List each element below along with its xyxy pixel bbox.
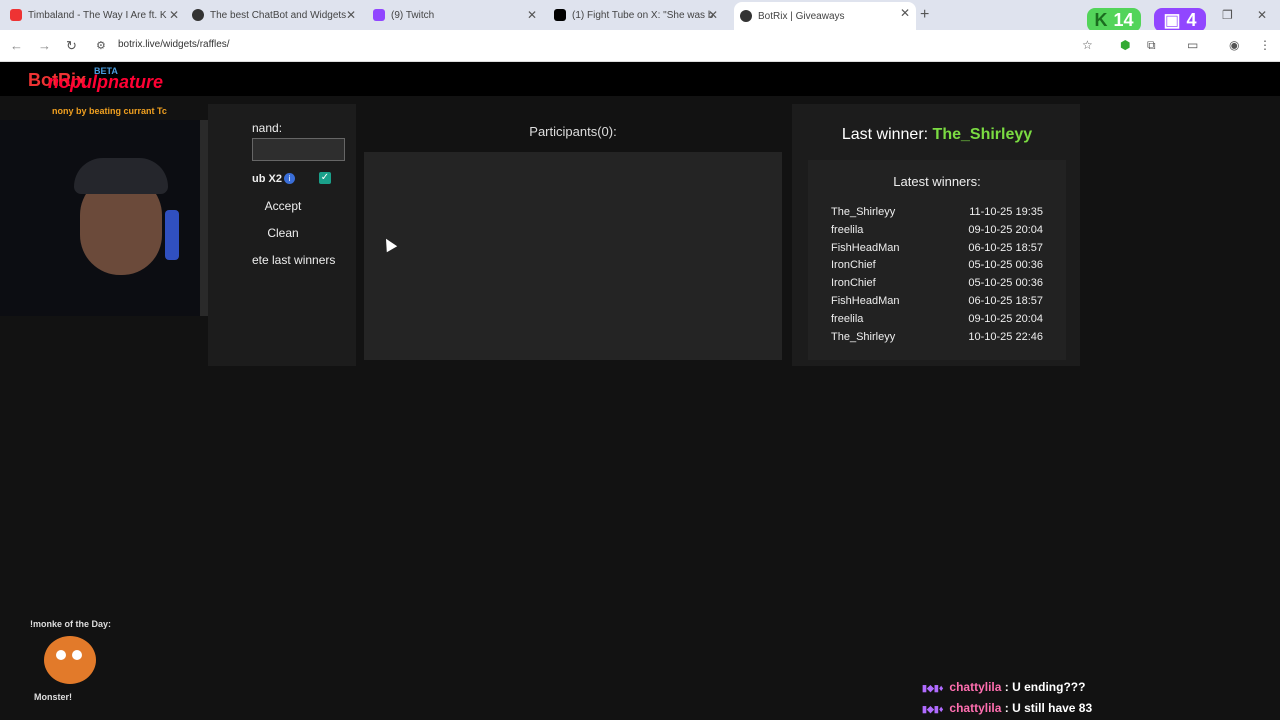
chat-text: : U still have 83 <box>1001 701 1093 715</box>
menu-icon[interactable]: ⋮ <box>1259 38 1271 52</box>
restore-icon[interactable]: ❐ <box>1222 8 1233 22</box>
last-winner-name: The_Shirleyy <box>932 126 1033 143</box>
winner-row: IronChief 05-10-25 00:36 <box>831 259 1043 277</box>
address-bar: ← → ↻ ⚙ botrix.live/widgets/raffles/ ☆ ⬢… <box>0 30 1280 62</box>
extensions-puzzle-icon[interactable]: ⧉ <box>1147 38 1156 53</box>
close-icon[interactable]: ✕ <box>708 8 718 22</box>
twitch-icon: ▣ <box>1163 9 1181 30</box>
sub-x2-checkbox[interactable]: ✓ <box>319 172 331 184</box>
chat-message: ▮◆▮♦ chattylila : U still have 83 <box>922 701 1092 719</box>
winner-row: freelila 09-10-25 20:04 <box>831 313 1043 331</box>
youtube-icon <box>10 9 22 21</box>
tab-botrix-home[interactable]: The best ChatBot and Widgets ✕ <box>192 4 362 26</box>
forward-icon[interactable]: → <box>38 38 51 53</box>
tab-label: BotRix | Giveaways <box>758 10 845 22</box>
chat-badges: ▮◆▮♦ <box>922 683 944 693</box>
monke-name: Monster! <box>34 692 72 702</box>
info-icon[interactable]: i <box>284 173 295 184</box>
site-logo[interactable]: BotRix BETA nopulpnature <box>28 66 163 92</box>
winner-date: 09-10-25 20:04 <box>968 223 1043 236</box>
extension-icon[interactable]: ⬢ <box>1120 38 1130 52</box>
profile-icon[interactable]: ◉ <box>1229 38 1239 52</box>
kick-count: 14 <box>1113 9 1134 30</box>
winner-date: 06-10-25 18:57 <box>968 295 1043 307</box>
chat-message: ▮◆▮♦ chattylila : U ending??? <box>922 680 1085 698</box>
chat-username: chattylila <box>949 680 1002 694</box>
latest-winners-title: Latest winners: <box>893 174 981 189</box>
command-label: nand: <box>252 121 283 135</box>
headset <box>165 210 179 260</box>
chat-badges: ▮◆▮♦ <box>922 704 944 714</box>
winner-date: 05-10-25 00:36 <box>968 277 1043 290</box>
stream-overlay-name: nopulpnature <box>48 72 163 92</box>
botrix-icon <box>740 10 752 22</box>
clean-button[interactable]: Clean <box>252 222 314 244</box>
x-icon <box>554 9 566 21</box>
kick-viewers-badge: K 14 <box>1087 8 1141 32</box>
site-info-icon[interactable]: ⚙ <box>96 39 106 52</box>
winner-row: The_Shirleyy 10-10-25 22:46 <box>831 331 1043 349</box>
winner-name: IronChief <box>831 277 876 290</box>
participants-title: Participants(0): <box>529 124 617 139</box>
participants-list <box>364 152 782 360</box>
delete-last-winners-button[interactable]: ete last winners <box>252 249 340 271</box>
winner-row: IronChief 05-10-25 00:36 <box>831 277 1043 295</box>
last-winner-label: Last winner: <box>841 126 933 143</box>
monkey-avatar <box>44 636 96 684</box>
twitch-viewers-badge: ▣ 4 <box>1154 8 1206 32</box>
site-header <box>0 62 1280 96</box>
last-winner: Last winner: The_Shirleyy <box>808 126 1066 144</box>
winner-name: The_Shirleyy <box>831 206 896 218</box>
reload-icon[interactable]: ↻ <box>66 38 77 54</box>
twitch-count: 4 <box>1186 9 1197 30</box>
tab-youtube[interactable]: Timbaland - The Way I Are ft. K ✕ <box>10 4 185 26</box>
sub-x2-label: ub X2 <box>252 173 282 185</box>
tab-label: Timbaland - The Way I Are ft. K <box>28 9 167 21</box>
kick-icon: K <box>1094 9 1108 30</box>
sidepanel-icon[interactable]: ▭ <box>1187 38 1198 52</box>
winner-row: freelila 09-10-25 20:04 <box>831 224 1043 242</box>
tab-label: (9) Twitch <box>391 9 435 21</box>
winner-row: The_Shirleyy 11-10-25 19:35 <box>831 206 1043 224</box>
winner-date: 05-10-25 00:36 <box>968 259 1043 272</box>
winner-name: FishHeadMan <box>831 241 900 254</box>
winner-date: 06-10-25 18:57 <box>968 241 1043 254</box>
url-field[interactable]: botrix.live/widgets/raffles/ <box>118 39 230 50</box>
back-icon[interactable]: ← <box>10 38 23 53</box>
chat-username: chattylila <box>949 701 1002 715</box>
winner-row: FishHeadMan 06-10-25 18:57 <box>831 295 1043 313</box>
command-input[interactable] <box>252 138 345 161</box>
close-icon[interactable]: ✕ <box>900 6 910 20</box>
close-icon[interactable]: ✕ <box>527 8 537 22</box>
tab-twitch[interactable]: (9) Twitch ✕ <box>373 4 543 26</box>
winner-row: FishHeadMan 06-10-25 18:57 <box>831 242 1043 260</box>
monke-of-day-label: !monke of the Day: <box>30 619 112 629</box>
chat-text: : U ending??? <box>1001 680 1086 694</box>
winner-name: freelila <box>831 312 864 325</box>
browser-tab-bar: Timbaland - The Way I Are ft. K ✕ The be… <box>0 0 1280 32</box>
botrix-icon <box>192 9 204 21</box>
close-icon[interactable]: ✕ <box>169 8 179 22</box>
winner-name: freelila <box>831 223 864 236</box>
winner-name: FishHeadMan <box>831 295 900 307</box>
winner-date: 09-10-25 20:04 <box>968 312 1043 325</box>
window-close-icon[interactable]: ✕ <box>1257 8 1267 22</box>
tab-label: (1) Fight Tube on X: "She was b <box>572 9 714 21</box>
twitch-icon <box>373 9 385 21</box>
bookmark-star-icon[interactable]: ☆ <box>1082 38 1093 52</box>
winner-date: 10-10-25 22:46 <box>968 330 1043 343</box>
close-icon[interactable]: ✕ <box>346 8 356 22</box>
new-tab-button[interactable]: + <box>920 6 929 24</box>
stream-overlay-text: nony by beating currant Tc <box>52 106 167 116</box>
tab-label: The best ChatBot and Widgets <box>210 9 347 21</box>
accept-button[interactable]: Accept <box>252 195 314 217</box>
winner-name: IronChief <box>831 259 876 272</box>
streamer-hat <box>74 158 168 194</box>
tab-x[interactable]: (1) Fight Tube on X: "She was b ✕ <box>554 4 724 26</box>
winner-date: 11-10-25 19:35 <box>969 206 1043 218</box>
tab-giveaways[interactable]: BotRix | Giveaways ✕ <box>734 2 916 30</box>
winner-name: The_Shirleyy <box>831 330 896 343</box>
